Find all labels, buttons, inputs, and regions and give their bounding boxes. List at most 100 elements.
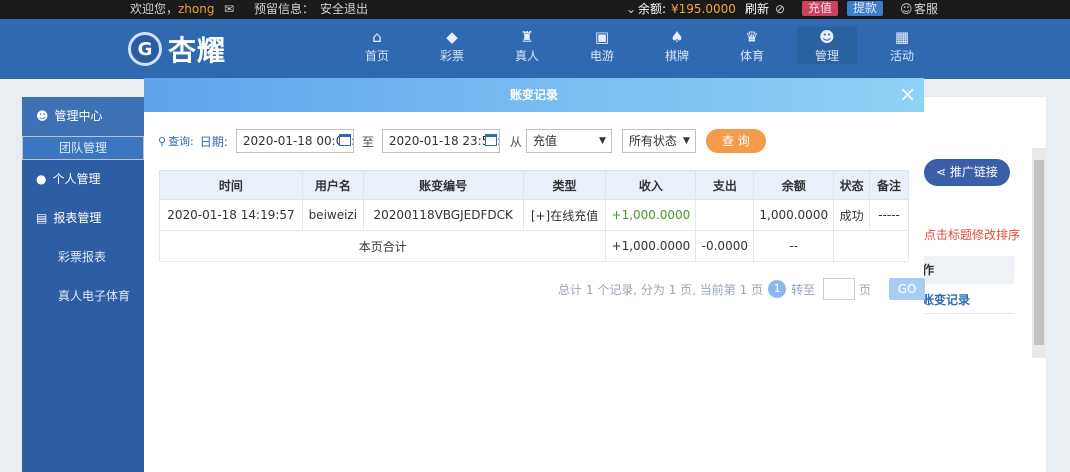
hide-eye-icon[interactable]: ⊘ — [775, 1, 785, 17]
type-select-value: 充值 — [532, 134, 557, 148]
sidebar-item-label: 真人电子体育 — [58, 289, 131, 303]
cell-time: 2020-01-18 14:19:57 — [159, 199, 303, 231]
nav-cards[interactable]: ♠ 棋牌 — [647, 27, 707, 64]
nav-label: 彩票 — [439, 49, 464, 63]
sidebar-item-team-management[interactable]: 团队管理 — [22, 136, 144, 160]
cards-icon: ♠ — [670, 28, 684, 46]
close-icon[interactable]: × — [899, 78, 916, 112]
query-button[interactable]: 查 询 — [705, 129, 766, 153]
modal-title: 账变记录 — [509, 88, 558, 102]
status-select-value: 所有状态 — [628, 134, 677, 148]
chevron-down-icon[interactable]: ⌄ — [626, 1, 636, 17]
modal-header: 账变记录 × — [144, 78, 924, 112]
search-icon: ⚲ — [158, 134, 167, 148]
ledger-table: 时间 用户名 账变编号 类型 收入 支出 余额 状态 备注 2020-01-18… — [158, 170, 909, 262]
sidebar-item-personal-management[interactable]: ● 个人管理 — [22, 160, 144, 199]
share-icon: ⋖ — [936, 165, 950, 179]
nav-label: 真人 — [514, 49, 539, 63]
chevron-down-icon: ▼ — [598, 136, 606, 146]
type-select[interactable]: 充值 ▼ — [525, 129, 612, 153]
subtotal-label: 本页合计 — [158, 230, 607, 262]
nav-activity[interactable]: ▦ 活动 — [872, 27, 932, 64]
chevron-down-icon: ▼ — [682, 136, 690, 146]
promo-link-label: 推广链接 — [949, 165, 998, 179]
refresh-link[interactable]: 刷新 — [745, 1, 769, 17]
col-id: 账变编号 — [362, 170, 524, 200]
report-icon: ▤ — [36, 211, 48, 225]
service-link[interactable]: 客服 — [914, 1, 938, 17]
nav-sports[interactable]: ♛ 体育 — [722, 27, 782, 64]
sidebar-item-lottery-report[interactable]: 彩票报表 — [22, 238, 144, 277]
cell-type: [+]在线充值 — [522, 199, 607, 231]
nav-label: 首页 — [364, 49, 389, 63]
service-icon[interactable]: ☺ — [900, 1, 913, 17]
sidebar-item-label: 彩票报表 — [58, 250, 107, 264]
logo[interactable]: G 杏耀 — [128, 25, 226, 73]
nav-live[interactable]: ♜ 真人 — [497, 27, 557, 64]
nav-manage[interactable]: ☻ 管理 — [797, 27, 857, 64]
page-number-current[interactable]: 1 — [768, 280, 787, 298]
withdraw-button[interactable]: 提款 — [847, 1, 884, 16]
sidebar-item-label: 团队管理 — [59, 141, 108, 155]
gift-icon: ▦ — [894, 28, 910, 46]
content-panel — [924, 97, 1046, 472]
pagination: 总计 1 个记录, 分为 1 页, 当前第 1 页 1 转至 页 GO — [558, 277, 926, 301]
ledger-record-link[interactable]: 账变记录 — [918, 286, 1014, 314]
date-to-value: 2020-01-18 23:59:59 — [388, 134, 499, 148]
calendar-icon[interactable] — [338, 134, 351, 146]
calendar-icon[interactable] — [484, 134, 497, 146]
nav-slot[interactable]: ▣ 电游 — [572, 27, 632, 64]
cell-id: 20200118VBGJEDFDCK — [362, 199, 524, 231]
query-text: 查询: — [168, 135, 194, 148]
balance-value: ¥195.0000 — [671, 2, 736, 16]
pager-summary: 总计 1 个记录, 分为 1 页, 当前第 1 页 — [558, 282, 764, 297]
nav-label: 体育 — [739, 49, 764, 63]
nav-lottery[interactable]: ◆ 彩票 — [422, 27, 482, 64]
username[interactable]: zhong — [178, 1, 214, 17]
from-label: 从 — [509, 134, 522, 149]
logout-link[interactable]: 安全退出 — [320, 1, 368, 17]
mail-icon[interactable]: ✉ — [224, 1, 234, 17]
cell-note: ----- — [869, 199, 909, 231]
query-label: ⚲ 查询: — [158, 133, 194, 149]
subtotal-income: +1,000.0000 — [605, 230, 697, 262]
manage-icon: ☻ — [819, 28, 835, 46]
goto-page-input[interactable] — [823, 278, 856, 300]
page-unit-label: 页 — [859, 282, 872, 297]
table-row: 2020-01-18 14:19:57 beiweizi 20200118VBG… — [159, 199, 909, 231]
lottery-icon: ◆ — [446, 28, 458, 46]
logo-text: 杏耀 — [168, 34, 227, 67]
nav-label: 活动 — [889, 49, 914, 63]
col-status: 状态 — [833, 170, 871, 200]
date-to-input[interactable]: 2020-01-18 23:59:59 — [381, 129, 500, 153]
cell-expense — [695, 199, 755, 231]
cell-user: beiweizi — [301, 199, 364, 231]
date-from-input[interactable]: 2020-01-18 00:00:00 — [235, 129, 354, 153]
col-type: 类型 — [522, 170, 607, 200]
subtotal-row: 本页合计 +1,000.0000 -0.0000 -- — [158, 230, 909, 262]
deposit-button[interactable]: 充值 — [802, 1, 839, 16]
cell-status: 成功 — [833, 199, 871, 231]
sidebar-item-report-management[interactable]: ▤ 报表管理 — [22, 199, 144, 238]
main-nav: G 杏耀 ⌂ 首页 ◆ 彩票 ♜ 真人 ▣ 电游 ♠ 棋牌 ♛ 体育 ☻ 管理 ▦ 活动 — [0, 19, 1070, 79]
col-income: 收入 — [605, 170, 697, 200]
scrollbar-thumb[interactable] — [1034, 160, 1044, 345]
nav-label: 管理 — [814, 49, 839, 63]
top-bar: 欢迎您， zhong ✉ 预留信息： 安全退出 ⌄ 余额: ¥195.0000 … — [0, 0, 1070, 19]
col-user: 用户名 — [301, 170, 364, 200]
subtotal-balance: -- — [753, 230, 835, 262]
sidebar-item-management-center[interactable]: ☻ 管理中心 — [22, 97, 144, 136]
sidebar-item-live-sports[interactable]: 真人电子体育 — [22, 277, 144, 316]
go-button[interactable]: GO — [889, 278, 926, 300]
scrollbar[interactable] — [1032, 148, 1046, 358]
goto-label: 转至 — [791, 282, 816, 297]
promo-link-button[interactable]: ⋖ 推广链接 — [924, 159, 1010, 186]
reserved-info-label: 预留信息： — [254, 2, 315, 16]
action-column-header: 作 — [918, 256, 1014, 284]
nav-home[interactable]: ⌂ 首页 — [347, 27, 407, 64]
status-select[interactable]: 所有状态 ▼ — [621, 129, 696, 153]
balance-label: 余额: — [638, 2, 667, 16]
welcome-text: 欢迎您， — [130, 2, 179, 16]
col-balance: 余额 — [753, 170, 835, 200]
sidebar-item-label: 管理中心 — [54, 109, 103, 123]
